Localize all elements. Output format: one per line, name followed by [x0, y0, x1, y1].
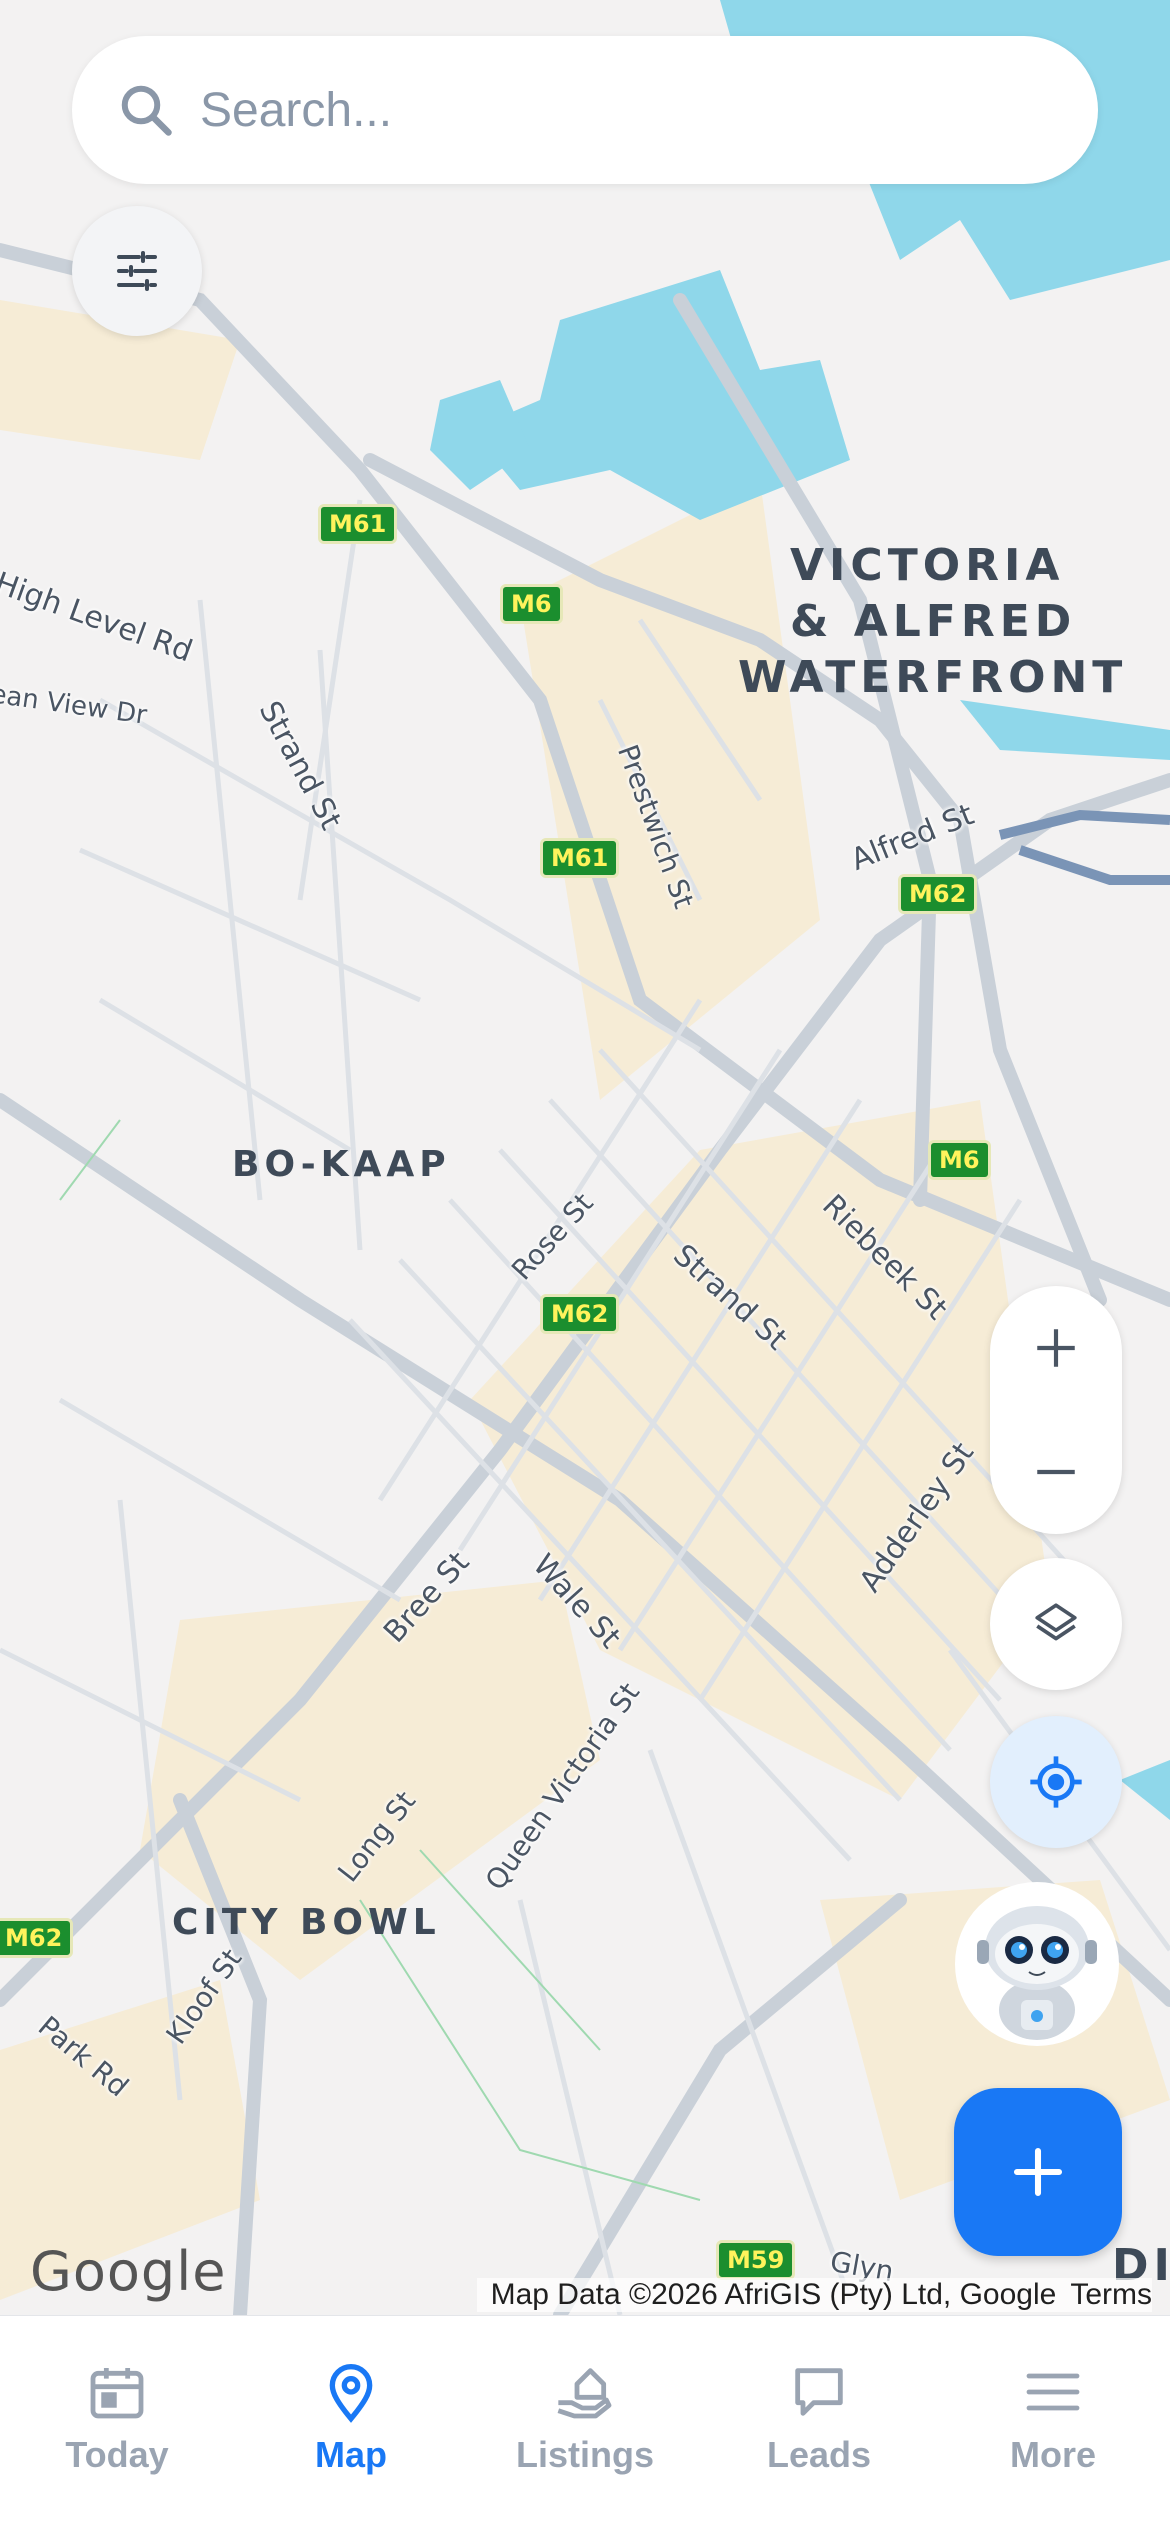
terms-link[interactable]: Terms — [1070, 2278, 1152, 2311]
tab-label: Today — [65, 2434, 169, 2475]
route-shield: M6 — [500, 584, 563, 624]
route-shield: M61 — [540, 838, 620, 878]
tab-label: Map — [315, 2434, 387, 2475]
bottom-tab-bar: Today Map Listings Leads More — [0, 2315, 1170, 2533]
crosshair-icon — [1028, 1754, 1084, 1810]
zoom-out-button[interactable] — [990, 1410, 1122, 1534]
filter-button[interactable] — [72, 206, 202, 336]
chat-bubble-icon — [787, 2360, 851, 2424]
sliders-icon — [113, 247, 161, 295]
route-shield: M62 — [898, 874, 978, 914]
tab-listings[interactable]: Listings — [468, 2316, 702, 2533]
area-label: BO-KAAP — [232, 1144, 451, 1185]
assistant-avatar[interactable] — [955, 1882, 1119, 2046]
tab-more[interactable]: More — [936, 2316, 1170, 2533]
add-fab-button[interactable] — [954, 2088, 1122, 2256]
plus-icon — [1031, 1323, 1081, 1373]
search-bar[interactable] — [72, 36, 1098, 184]
area-label: CITY BOWL — [172, 1902, 441, 1943]
route-shield: M59 — [716, 2240, 796, 2280]
menu-icon — [1021, 2360, 1085, 2424]
area-label: VICTORIA — [790, 540, 1065, 591]
area-label: WATERFRONT — [738, 652, 1128, 703]
map-pin-icon — [319, 2360, 383, 2424]
route-shield: M6 — [928, 1140, 991, 1180]
search-input[interactable] — [198, 81, 1062, 139]
search-icon — [116, 80, 176, 140]
layers-icon — [1031, 1599, 1081, 1649]
layers-button[interactable] — [990, 1558, 1122, 1690]
my-location-button[interactable] — [990, 1716, 1122, 1848]
calendar-icon — [85, 2360, 149, 2424]
map-attribution: Map Data ©2026 AfriGIS (Pty) Ltd, Google… — [476, 2278, 1152, 2312]
route-shield: M61 — [318, 504, 398, 544]
hand-house-icon — [553, 2360, 617, 2424]
tab-map[interactable]: Map — [234, 2316, 468, 2533]
zoom-controls — [990, 1286, 1122, 1534]
route-shield: M62 — [540, 1294, 620, 1334]
robot-icon — [977, 1906, 1097, 2040]
tab-today[interactable]: Today — [0, 2316, 234, 2533]
tab-label: Leads — [766, 2434, 872, 2475]
bridge-road — [998, 809, 1170, 885]
minus-icon — [1031, 1447, 1081, 1497]
area-label: & ALFRED — [790, 596, 1077, 647]
google-logo: Google — [30, 2240, 227, 2303]
tab-label: More — [1009, 2434, 1096, 2475]
attribution-text: Map Data ©2026 AfriGIS (Pty) Ltd, Google — [490, 2278, 1057, 2311]
tab-label: Listings — [515, 2434, 654, 2475]
tab-leads[interactable]: Leads — [702, 2316, 936, 2533]
route-shield: M62 — [0, 1918, 74, 1958]
zoom-in-button[interactable] — [990, 1286, 1122, 1410]
plus-icon — [1010, 2144, 1066, 2200]
